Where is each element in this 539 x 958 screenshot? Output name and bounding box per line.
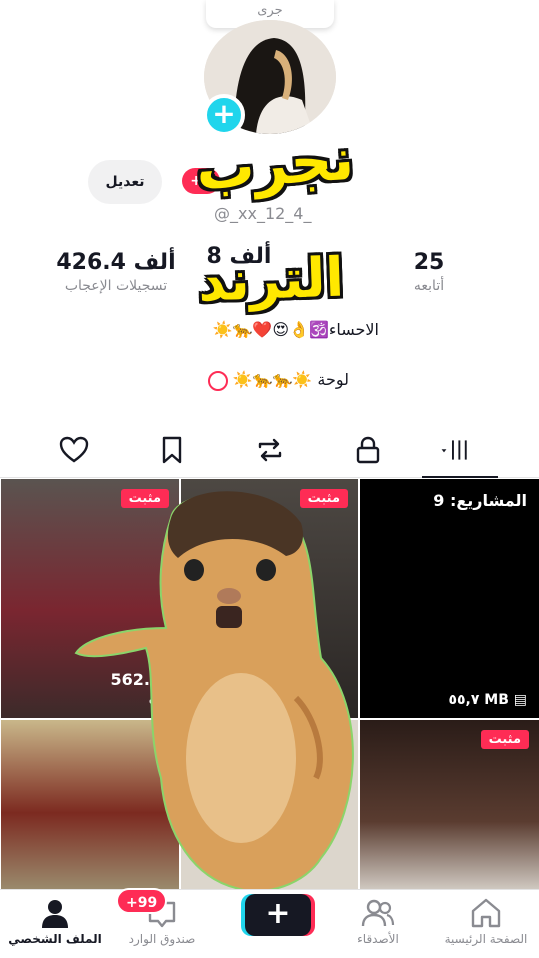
likes-label: تسجيلات الإعجاب bbox=[64, 278, 168, 294]
lock-icon bbox=[356, 436, 380, 464]
bookmark-icon bbox=[162, 436, 182, 464]
active-tab-indicator bbox=[422, 476, 498, 478]
bottom-nav: الملف الشخصي صندوق الوارد + الأصدقاء الص… bbox=[0, 889, 539, 958]
nav-home[interactable]: الصفحة الرئيسية bbox=[436, 896, 536, 946]
nav-home-label: الصفحة الرئيسية bbox=[444, 932, 528, 946]
content-tabs bbox=[0, 420, 539, 478]
add-story-button[interactable]: + bbox=[203, 94, 245, 136]
edit-profile-button[interactable]: تعديل bbox=[88, 160, 162, 204]
inbox-badge: +99 bbox=[116, 888, 168, 914]
pinned-badge: مثبت bbox=[480, 730, 529, 749]
likes-count: 426.4 ألف bbox=[56, 250, 176, 275]
tab-reposts[interactable] bbox=[250, 430, 290, 470]
drafts-size-value: ٥٥,٧ MB bbox=[448, 692, 509, 708]
following-label: أتابعه bbox=[413, 278, 445, 294]
repost-icon bbox=[258, 438, 282, 462]
username-handle: @_xx_12_4_ bbox=[214, 204, 312, 223]
drafts-folder[interactable]: المشاريع: 9 ٥٥,٧ MB ▤ bbox=[360, 479, 539, 718]
tab-liked[interactable] bbox=[54, 430, 94, 470]
following-count: 25 bbox=[413, 250, 445, 275]
drafts-label: المشاريع: 9 bbox=[433, 491, 527, 510]
nav-profile[interactable]: الملف الشخصي bbox=[5, 896, 105, 946]
bio-line-1: الاحساء🕉️👌😍❤️🐆☀️ bbox=[212, 320, 379, 339]
tab-saved[interactable] bbox=[152, 430, 192, 470]
friends-icon bbox=[361, 899, 395, 927]
nav-inbox-label: صندوق الوارد bbox=[128, 932, 196, 946]
hamster-sticker bbox=[74, 491, 354, 893]
grid-icon bbox=[441, 440, 467, 460]
tab-videos[interactable] bbox=[436, 430, 476, 470]
home-icon bbox=[471, 898, 501, 928]
following-stat[interactable]: 25 أتابعه bbox=[392, 250, 466, 294]
archive-icon: ▤ bbox=[513, 692, 527, 708]
sticker-text-top: نجرب bbox=[193, 124, 357, 204]
drafts-size: ٥٥,٧ MB ▤ bbox=[448, 692, 527, 708]
heart-icon bbox=[59, 436, 89, 463]
nav-friends-label: الأصدقاء bbox=[357, 932, 399, 946]
bio-line-2-text: لوحة ☀️🐆🐆☀️ bbox=[232, 370, 349, 389]
chat-icon bbox=[207, 370, 228, 391]
bio-line-2[interactable]: لوحة ☀️🐆🐆☀️ bbox=[202, 370, 349, 391]
person-icon bbox=[42, 900, 68, 928]
likes-stat[interactable]: 426.4 ألف تسجيلات الإعجاب bbox=[36, 250, 196, 294]
nav-create[interactable]: + bbox=[228, 894, 328, 936]
sticker-text-bottom: الترند bbox=[196, 245, 345, 314]
video-thumbnail[interactable]: مثبت bbox=[360, 720, 539, 889]
nav-profile-label: الملف الشخصي bbox=[8, 932, 102, 946]
nav-friends[interactable]: الأصدقاء bbox=[328, 896, 428, 946]
tab-private[interactable] bbox=[348, 430, 388, 470]
create-button[interactable]: + bbox=[245, 894, 311, 936]
